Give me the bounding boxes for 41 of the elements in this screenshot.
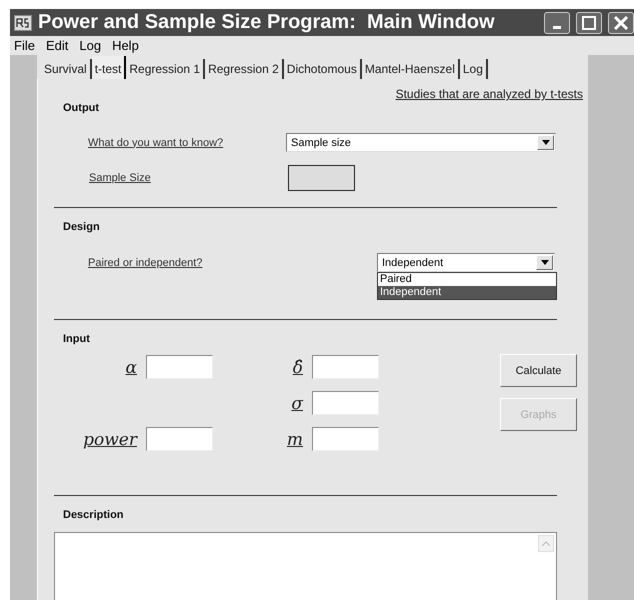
input-field[interactable] (312, 355, 379, 379)
section-heading: Description (63, 509, 124, 521)
calculate-button[interactable]: Calculate (500, 354, 577, 387)
window-title: Power and Sample Size Program: Main Window (38, 11, 496, 34)
close-icon (614, 16, 628, 30)
input-field[interactable] (146, 355, 213, 379)
result-field (288, 165, 355, 191)
menu-item[interactable]: Log (75, 38, 108, 53)
dropdown-option[interactable]: Paired (378, 273, 556, 286)
maximize-button[interactable] (576, 12, 602, 34)
description-field[interactable] (54, 532, 557, 600)
close-button[interactable] (608, 12, 634, 34)
input-field[interactable] (146, 427, 213, 451)
link[interactable]: Studies that are analyzed by t-tests (54, 87, 583, 101)
dropdown-option[interactable]: Independent (378, 286, 556, 299)
section-heading: Output (63, 102, 100, 114)
app-icon (14, 14, 32, 30)
tab[interactable]: t-test (92, 56, 126, 79)
dropdown-arrow-icon (540, 260, 548, 265)
dropdown[interactable]: Independent (377, 253, 555, 272)
caret-up-icon (542, 541, 550, 546)
maximize-icon (582, 16, 596, 30)
parameter-label: m (286, 429, 304, 452)
dropdown[interactable]: Sample size (286, 133, 556, 152)
minimize-icon (553, 26, 561, 28)
parameter-label: power (82, 429, 138, 452)
result-label: Sample Size (89, 172, 152, 184)
section-heading: Design (63, 221, 100, 233)
parameter-label: δ̂ (292, 357, 304, 380)
section-heading: Input (63, 333, 90, 345)
parameter-label: α (124, 357, 138, 380)
question-label: Paired or independent? (88, 256, 204, 268)
parameter-label: σ (290, 393, 304, 416)
menu-item[interactable]: Edit (42, 38, 76, 53)
dropdown-arrow-icon (542, 140, 550, 145)
menu-item[interactable]: Help (108, 38, 146, 53)
minimize-button[interactable] (544, 12, 570, 34)
input-field[interactable] (312, 427, 379, 451)
question-label: What do you want to know? (88, 136, 224, 148)
menu-item[interactable]: File (10, 38, 42, 53)
input-field[interactable] (312, 391, 379, 415)
